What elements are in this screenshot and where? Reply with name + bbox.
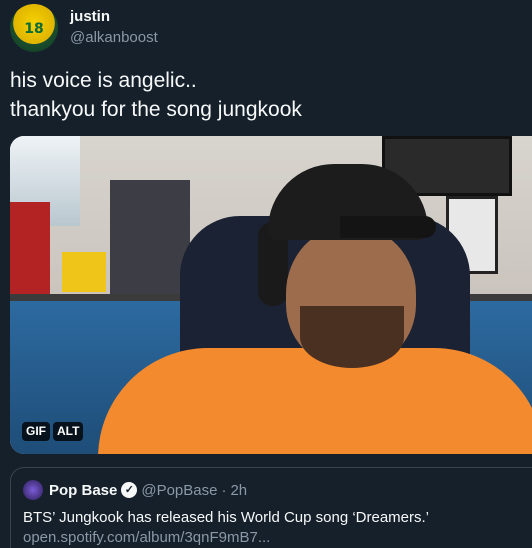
quoted-display-name[interactable]: Pop Base bbox=[49, 482, 117, 499]
tweet-media-gif[interactable]: GIF ALT bbox=[10, 136, 532, 454]
tweet-line-2: thankyou for the song jungkook bbox=[10, 98, 302, 121]
quoted-separator: · bbox=[221, 481, 227, 499]
tweet-line-1: his voice is angelic.. bbox=[10, 69, 197, 92]
media-person-beard bbox=[300, 306, 404, 368]
quoted-link[interactable]: open.spotify.com/album/3qnF9mB7... bbox=[23, 528, 523, 548]
quoted-avatar-icon[interactable] bbox=[23, 480, 43, 500]
tweet-text: his voice is angelic.. thankyou for the … bbox=[10, 66, 520, 124]
gif-badge: GIF bbox=[22, 422, 50, 441]
quoted-text: BTS’ Jungkook has released his World Cup… bbox=[23, 508, 523, 548]
quoted-tweet[interactable]: Pop Base ✓ @PopBase · 2h BTS’ Jungkook h… bbox=[10, 467, 532, 548]
quoted-text-body: BTS’ Jungkook has released his World Cup… bbox=[23, 509, 430, 526]
verified-badge-icon: ✓ bbox=[121, 482, 138, 498]
tweet-header: 18 justin @alkanboost bbox=[10, 4, 158, 54]
author-avatar[interactable]: 18 bbox=[10, 4, 58, 52]
media-yellow-box bbox=[62, 252, 106, 292]
media-person-shirt bbox=[98, 348, 532, 454]
alt-badge[interactable]: ALT bbox=[53, 422, 84, 441]
quoted-tweet-header: Pop Base ✓ @PopBase · 2h bbox=[23, 480, 247, 500]
author-names: justin @alkanboost bbox=[70, 8, 158, 54]
quoted-handle[interactable]: @PopBase bbox=[141, 482, 217, 499]
media-badges: GIF ALT bbox=[22, 422, 84, 441]
author-handle[interactable]: @alkanboost bbox=[70, 28, 158, 48]
author-display-name[interactable]: justin bbox=[70, 8, 158, 26]
quoted-time[interactable]: 2h bbox=[230, 482, 247, 499]
media-helmet bbox=[10, 202, 50, 296]
avatar-jersey-number: 18 bbox=[24, 21, 44, 37]
media-figure-case bbox=[110, 180, 190, 296]
media-cap-brim bbox=[340, 216, 436, 238]
